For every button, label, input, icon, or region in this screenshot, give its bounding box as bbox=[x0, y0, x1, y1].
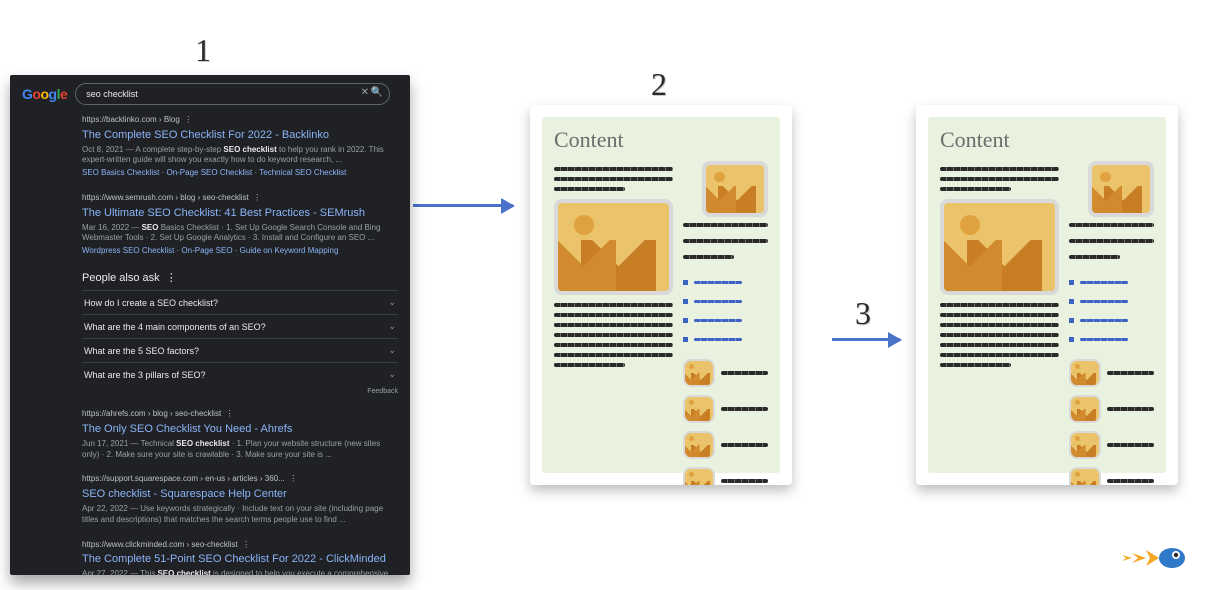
image-placeholder bbox=[554, 199, 673, 295]
people-also-ask: People also ask ⋮ How do I create a SEO … bbox=[82, 271, 398, 395]
link-placeholder bbox=[1080, 281, 1128, 284]
content-card-title: Content bbox=[940, 127, 1154, 153]
text-line-placeholder bbox=[554, 343, 673, 347]
result-snippet: Apr 22, 2022 — Use keywords strategicall… bbox=[82, 504, 398, 526]
step-label-1: 1 bbox=[195, 32, 211, 69]
rocket-logo-icon bbox=[1116, 540, 1186, 576]
result-title-link[interactable]: SEO checklist - Squarespace Help Center bbox=[82, 487, 398, 502]
step-label-2: 2 bbox=[651, 66, 667, 103]
feedback-link[interactable]: Feedback bbox=[82, 388, 398, 395]
link-placeholder bbox=[1080, 319, 1128, 322]
text-line-placeholder bbox=[554, 363, 625, 367]
text-line-placeholder bbox=[554, 177, 673, 181]
text-line-placeholder bbox=[554, 333, 673, 337]
text-line-placeholder bbox=[940, 353, 1059, 357]
text-line-placeholder bbox=[554, 167, 673, 171]
chevron-down-icon: ⌄ bbox=[388, 321, 396, 332]
serp-header: Google seo checklist ✕ 🔍 bbox=[10, 75, 410, 111]
arrow-1-to-2 bbox=[413, 204, 513, 207]
search-query-text: seo checklist bbox=[86, 89, 138, 99]
link-placeholder bbox=[694, 281, 742, 284]
result-url[interactable]: https://support.squarespace.com › en-us … bbox=[82, 474, 285, 483]
text-line-placeholder bbox=[940, 323, 1059, 327]
thumb-with-text bbox=[683, 395, 768, 423]
text-line-placeholder bbox=[554, 187, 625, 191]
text-line-placeholder bbox=[940, 303, 1059, 307]
image-placeholder bbox=[940, 199, 1059, 295]
text-line-placeholder bbox=[940, 333, 1059, 337]
content-page-mock-2: Content bbox=[916, 105, 1178, 485]
step-label-3: 3 bbox=[855, 295, 871, 332]
result-title-link[interactable]: The Complete 51-Point SEO Checklist For … bbox=[82, 552, 398, 567]
paa-question[interactable]: What are the 3 pillars of SEO?⌄ bbox=[82, 362, 398, 386]
text-line-placeholder bbox=[940, 313, 1059, 317]
text-line-placeholder bbox=[940, 343, 1059, 347]
thumb-with-text bbox=[683, 431, 768, 459]
search-result: https://backlinko.com › Blog ⋮ The Compl… bbox=[82, 115, 398, 179]
text-line-placeholder bbox=[554, 303, 673, 307]
serp-results: https://backlinko.com › Blog ⋮ The Compl… bbox=[10, 111, 410, 575]
search-icon[interactable]: 🔍 bbox=[371, 87, 383, 98]
paa-question[interactable]: What are the 5 SEO factors?⌄ bbox=[82, 338, 398, 362]
text-line-placeholder bbox=[940, 187, 1011, 191]
result-url[interactable]: https://www.clickminded.com › seo-checkl… bbox=[82, 540, 238, 549]
result-snippet: Jun 17, 2021 — Technical SEO checklist ·… bbox=[82, 439, 398, 461]
text-line-placeholder bbox=[940, 177, 1059, 181]
paa-question[interactable]: What are the 4 main components of an SEO… bbox=[82, 314, 398, 338]
search-result: https://ahrefs.com › blog › seo-checklis… bbox=[82, 409, 398, 460]
content-page-mock-1: Content bbox=[530, 105, 792, 485]
chevron-down-icon: ⌄ bbox=[388, 369, 396, 380]
text-line-placeholder bbox=[1069, 239, 1154, 243]
thumb-with-text bbox=[1069, 467, 1154, 485]
result-snippet: Oct 8, 2021 — A complete step-by-step SE… bbox=[82, 145, 398, 167]
thumb-with-text bbox=[1069, 431, 1154, 459]
text-line-placeholder bbox=[554, 353, 673, 357]
text-line-placeholder bbox=[1069, 255, 1120, 259]
result-snippet: Mar 16, 2022 — SEO Basics Checklist · 1.… bbox=[82, 223, 398, 245]
chevron-down-icon: ⌄ bbox=[388, 297, 396, 308]
image-placeholder bbox=[1088, 161, 1154, 217]
content-card-title: Content bbox=[554, 127, 768, 153]
search-result: https://www.semrush.com › blog › seo-che… bbox=[82, 193, 398, 257]
text-line-placeholder bbox=[554, 313, 673, 317]
search-result: https://support.squarespace.com › en-us … bbox=[82, 474, 398, 525]
result-url[interactable]: https://backlinko.com › Blog bbox=[82, 115, 180, 124]
thumb-with-text bbox=[683, 467, 768, 485]
paa-question[interactable]: How do I create a SEO checklist?⌄ bbox=[82, 290, 398, 314]
text-line-placeholder bbox=[940, 167, 1059, 171]
thumb-with-text bbox=[683, 359, 768, 387]
result-sitelinks[interactable]: SEO Basics Checklist · On-Page SEO Check… bbox=[82, 168, 398, 179]
result-title-link[interactable]: The Ultimate SEO Checklist: 41 Best Prac… bbox=[82, 206, 398, 221]
text-line-placeholder bbox=[683, 255, 734, 259]
google-logo: Google bbox=[22, 86, 67, 102]
result-snippet: Apr 27, 2022 — This SEO checklist is des… bbox=[82, 569, 398, 575]
text-line-placeholder bbox=[683, 239, 768, 243]
paa-heading: People also ask ⋮ bbox=[82, 271, 398, 284]
result-title-link[interactable]: The Complete SEO Checklist For 2022 - Ba… bbox=[82, 128, 398, 143]
bullet-list-placeholder bbox=[683, 271, 768, 351]
bullet-list-placeholder bbox=[1069, 271, 1154, 351]
link-placeholder bbox=[694, 338, 742, 341]
clear-icon[interactable]: ✕ bbox=[361, 87, 369, 98]
thumb-with-text bbox=[1069, 395, 1154, 423]
arrow-2-to-3 bbox=[832, 338, 900, 341]
link-placeholder bbox=[1080, 300, 1128, 303]
search-result: https://www.clickminded.com › seo-checkl… bbox=[82, 540, 398, 575]
link-placeholder bbox=[694, 319, 742, 322]
search-input[interactable]: seo checklist ✕ 🔍 bbox=[75, 83, 390, 105]
link-placeholder bbox=[1080, 338, 1128, 341]
result-url[interactable]: https://www.semrush.com › blog › seo-che… bbox=[82, 193, 249, 202]
result-sitelinks[interactable]: Wordpress SEO Checklist · On-Page SEO · … bbox=[82, 246, 398, 257]
link-placeholder bbox=[694, 300, 742, 303]
text-line-placeholder bbox=[554, 323, 673, 327]
result-url[interactable]: https://ahrefs.com › blog › seo-checklis… bbox=[82, 409, 221, 418]
image-placeholder bbox=[702, 161, 768, 217]
thumb-with-text bbox=[1069, 359, 1154, 387]
text-line-placeholder bbox=[940, 363, 1011, 367]
text-line-placeholder bbox=[683, 223, 768, 227]
chevron-down-icon: ⌄ bbox=[388, 345, 396, 356]
google-serp-screenshot: Google seo checklist ✕ 🔍 https://backlin… bbox=[10, 75, 410, 575]
text-line-placeholder bbox=[1069, 223, 1154, 227]
result-title-link[interactable]: The Only SEO Checklist You Need - Ahrefs bbox=[82, 422, 398, 437]
